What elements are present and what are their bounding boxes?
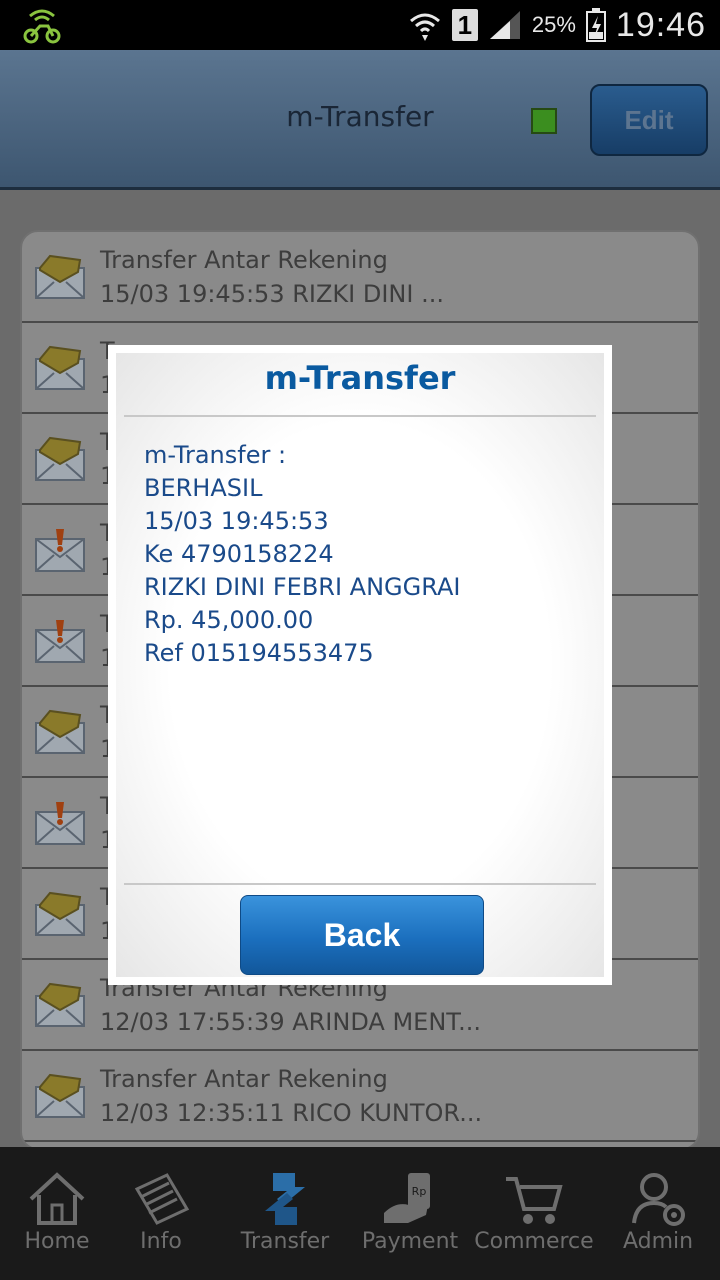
status-indicator	[531, 108, 557, 134]
list-item-subtitle: 12/03 12:35:11 RICO KUNTOR...	[100, 1099, 483, 1127]
nav-info[interactable]: Info	[106, 1147, 216, 1280]
title-bar: m-Transfer Edit	[0, 50, 720, 190]
envelope-flagged-icon	[35, 620, 85, 663]
dialog-line: 15/03 19:45:53	[144, 507, 329, 535]
nav-commerce[interactable]: Commerce	[474, 1147, 594, 1280]
nav-payment[interactable]: Rp Payment	[355, 1147, 465, 1280]
dialog-body: m-Transfer m-Transfer : BERHASIL 15/03 1…	[116, 353, 604, 977]
dialog-divider	[124, 415, 596, 417]
wifi-icon	[409, 13, 440, 41]
cart-icon	[506, 1177, 563, 1224]
nav-home[interactable]: Home	[2, 1147, 112, 1280]
envelope-open-icon	[35, 254, 85, 299]
battery-icon	[585, 8, 606, 42]
dialog-message: m-Transfer : BERHASIL 15/03 19:45:53 Ke …	[144, 439, 588, 670]
status-bar: 1 25% 19:46	[0, 0, 720, 50]
back-button[interactable]: Back	[240, 895, 484, 975]
dialog-title: m-Transfer	[264, 359, 456, 397]
nav-admin-label: Admin	[622, 1229, 694, 1254]
dialog-line: Ref 015194553475	[144, 639, 374, 667]
dialog-line: Rp. 45,000.00	[144, 606, 314, 634]
battery-percent: 25%	[531, 12, 576, 37]
envelope-open-icon	[35, 709, 85, 754]
dialog-line: RIZKI DINI FEBRI ANGGRAI	[144, 573, 461, 601]
nav-admin[interactable]: Admin	[603, 1147, 713, 1280]
dialog-line: Ke 4790158224	[144, 540, 334, 568]
envelope-open-icon	[35, 891, 85, 936]
envelope-flagged-icon	[35, 802, 85, 845]
list-item-subtitle: 15/03 19:45:53 RIZKI DINI ...	[100, 280, 444, 308]
admin-icon	[632, 1173, 685, 1226]
envelope-open-icon	[35, 982, 85, 1027]
list-item-title: Transfer Antar Rekening	[100, 246, 388, 274]
dialog-line: BERHASIL	[144, 474, 263, 502]
payment-icon: Rp	[384, 1173, 430, 1223]
list-item[interactable]: Transfer Antar Rekening 15/03 19:45:53 RI…	[22, 232, 698, 323]
envelope-open-icon	[35, 436, 85, 481]
envelope-open-icon	[35, 345, 85, 390]
list-item[interactable]: Transfer Antar Rekening 12/03 12:35:11 RI…	[22, 1051, 698, 1142]
transfer-result-dialog: m-Transfer m-Transfer : BERHASIL 15/03 1…	[108, 345, 612, 985]
dialog-divider	[124, 883, 596, 885]
sim-icon: 1	[451, 9, 478, 41]
transfer-icon	[265, 1173, 305, 1225]
envelope-open-icon	[35, 1073, 85, 1118]
edit-button[interactable]: Edit	[590, 84, 708, 156]
nav-transfer[interactable]: Transfer	[230, 1147, 340, 1280]
dialog-line: m-Transfer :	[144, 441, 287, 469]
bike-notification-icon	[23, 9, 61, 44]
svg-text:Rp: Rp	[412, 1185, 427, 1198]
envelope-flagged-icon	[35, 529, 85, 572]
bottom-nav: Home Info Transfer Rp Payment Commerce A…	[0, 1147, 720, 1280]
home-icon	[29, 1172, 85, 1225]
signal-icon	[489, 11, 520, 39]
list-item-subtitle: 12/03 17:55:39 ARINDA MENT...	[100, 1008, 481, 1036]
info-icon	[134, 1173, 190, 1225]
list-item-title: Transfer Antar Rekening	[100, 1065, 388, 1093]
clock: 19:46	[615, 5, 706, 44]
